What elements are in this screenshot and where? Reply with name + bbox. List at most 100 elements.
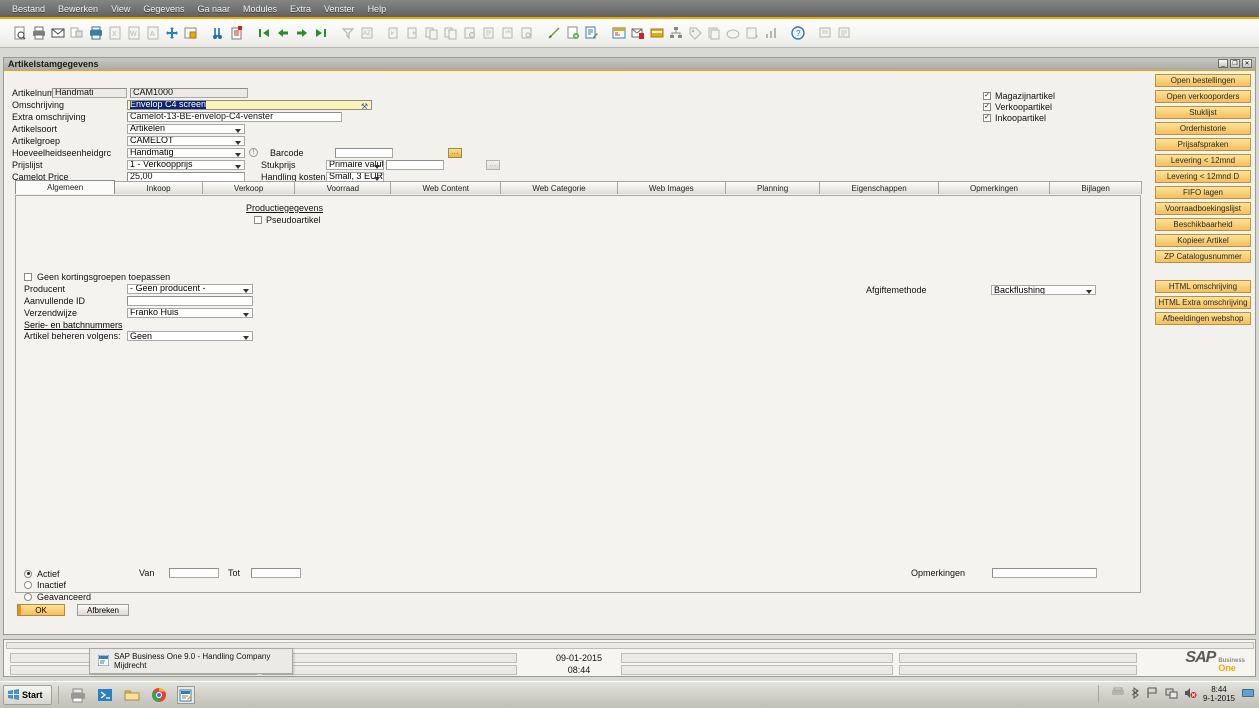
copy-from-icon[interactable] (460, 23, 479, 44)
stukprijs-currency-select[interactable]: Primaire valuta (326, 159, 384, 170)
chrome-icon[interactable] (150, 686, 168, 704)
note-icon[interactable] (815, 23, 834, 44)
prijslijst-select[interactable]: 1 - Verkoopprijs (127, 159, 245, 170)
tab-planning[interactable]: Planning (724, 181, 821, 194)
sap-business-one-icon[interactable] (176, 686, 195, 704)
tab-web-images[interactable]: Web Images (616, 181, 726, 194)
radio-actief-row[interactable]: Actief (24, 568, 91, 580)
copy-icon[interactable] (384, 23, 403, 44)
help-icon[interactable]: ? (788, 23, 807, 44)
levering-12mnd-button[interactable]: Levering < 12mnd (1155, 154, 1251, 167)
menu-modules[interactable]: Modules (237, 2, 283, 16)
menu-venster[interactable]: Venster (318, 2, 361, 16)
restore-icon[interactable] (498, 23, 517, 44)
layers-icon[interactable] (704, 23, 723, 44)
tab-eigenschappen[interactable]: Eigenschappen (819, 181, 939, 194)
chart-icon[interactable] (761, 23, 780, 44)
explorer-icon[interactable] (123, 686, 141, 704)
flag-icon[interactable] (1146, 687, 1159, 701)
add-record-icon[interactable] (227, 23, 246, 44)
email-icon[interactable] (48, 23, 67, 44)
stuklijst-button[interactable]: Stuklijst (1155, 106, 1251, 119)
tag-icon[interactable] (685, 23, 704, 44)
pseudoartikel-row[interactable]: Pseudoartikel (254, 215, 321, 225)
producent-select[interactable]: - Geen producent - (127, 283, 253, 294)
edit-document-icon[interactable] (582, 23, 601, 44)
info-icon[interactable]: ! (249, 148, 258, 158)
tab-algemeen[interactable]: Algemeen (15, 180, 116, 194)
afgiftemethode-select[interactable]: Backflushing (991, 285, 1096, 295)
print-icon[interactable] (29, 23, 48, 44)
omschrijving-input[interactable]: Envelop C4 screen ⚒ (127, 99, 372, 110)
open-bestellingen-button[interactable]: Open bestellingen (1155, 74, 1251, 87)
verkoopartikel-checkbox[interactable]: ✓ (983, 102, 991, 111)
query-icon[interactable] (517, 23, 536, 44)
next-record-icon[interactable] (292, 23, 311, 44)
last-record-icon[interactable] (311, 23, 330, 44)
tab-verkoop[interactable]: Verkoop (201, 181, 296, 194)
copy-to-icon[interactable] (479, 23, 498, 44)
opmerkingen-input[interactable] (992, 568, 1097, 578)
tab-bijlagen[interactable]: Bijlagen (1049, 181, 1142, 194)
inactief-radio[interactable] (24, 581, 32, 590)
inbox-icon[interactable] (647, 23, 666, 44)
draw-icon[interactable] (544, 23, 563, 44)
artikel-beheren-select[interactable]: Geen (127, 331, 253, 342)
kopieer-artikel-button[interactable]: Kopieer Artikel (1155, 234, 1251, 247)
html-extra-omschrijving-button[interactable]: HTML Extra omschrijving (1155, 296, 1251, 309)
messages-icon[interactable] (628, 23, 647, 44)
find-icon[interactable] (208, 23, 227, 44)
print-preview-icon[interactable] (86, 23, 105, 44)
menu-extra[interactable]: Extra (284, 2, 317, 16)
radio-inactief-row[interactable]: Inactief (24, 580, 91, 592)
lock-icon[interactable] (181, 23, 200, 44)
afbeeldingen-webshop-button[interactable]: Afbeeldingen webshop (1155, 312, 1251, 325)
menu-view[interactable]: View (105, 2, 136, 16)
barcode-input[interactable] (335, 147, 393, 158)
printer-icon[interactable] (69, 686, 87, 704)
start-button[interactable]: Start (3, 685, 52, 705)
volume-muted-icon[interactable] (1184, 687, 1197, 701)
link-arrow-icon[interactable]: ⚒ (361, 102, 368, 109)
geen-kortingsgroepen-checkbox[interactable] (24, 272, 32, 281)
artikelnummer-mode-field[interactable]: Handmati (52, 87, 127, 98)
stukprijs-browse-button[interactable]: ... (486, 159, 500, 170)
geen-kortingsgroepen-row[interactable]: Geen kortingsgroepen toepassen (24, 271, 264, 282)
filter-icon[interactable] (338, 23, 357, 44)
html-omschrijving-button[interactable]: HTML omschrijving (1155, 280, 1251, 293)
beschikbaarheid-button[interactable]: Beschikbaarheid (1155, 218, 1251, 231)
duplicate-icon[interactable] (422, 23, 441, 44)
barcode-browse-button[interactable]: ... (448, 147, 462, 158)
org-chart-icon[interactable] (666, 23, 685, 44)
tab-web-categorie[interactable]: Web Categorie (500, 181, 618, 194)
artikelgroep-select[interactable]: CAMELOT (127, 135, 245, 146)
prijsafspraken-button[interactable]: Prijsafspraken (1155, 138, 1251, 151)
menu-bewerken[interactable]: Bewerken (52, 2, 104, 16)
stukprijs-input[interactable] (386, 159, 444, 170)
menu-gegevens[interactable]: Gegevens (137, 2, 190, 16)
form-maximize-button[interactable]: ❐ (1230, 59, 1240, 68)
menu-ga-naar[interactable]: Ga naar (191, 2, 236, 16)
network-icon[interactable] (1165, 687, 1178, 701)
bluetooth-icon[interactable] (1131, 687, 1140, 701)
menu-bestand[interactable]: Bestand (6, 2, 51, 16)
levering-12mnd-d-button[interactable]: Levering < 12mnd D (1155, 170, 1251, 183)
export-excel-icon[interactable]: X (105, 23, 124, 44)
inkoopartikel-row[interactable]: ✓ Inkoopartikel (983, 112, 1055, 123)
fax-icon[interactable] (67, 23, 86, 44)
tab-inkoop[interactable]: Inkoop (114, 181, 203, 194)
magazijnartikel-row[interactable]: ✓ Magazijnartikel (983, 90, 1055, 101)
inkoopartikel-checkbox[interactable]: ✓ (983, 113, 991, 122)
export-pdf-icon[interactable]: A (143, 23, 162, 44)
radio-geavanceerd-row[interactable]: Geavanceerd (24, 591, 91, 603)
copy-rows-icon[interactable] (441, 23, 460, 44)
paste-icon[interactable] (403, 23, 422, 44)
export-word-icon[interactable]: W (124, 23, 143, 44)
geavanceerd-radio[interactable] (24, 592, 32, 601)
preview-icon[interactable] (10, 23, 29, 44)
actief-radio[interactable] (24, 569, 32, 578)
hoeveelheidseenheidgroep-select[interactable]: Handmatig (127, 147, 245, 158)
form-close-button[interactable]: ✕ (1242, 59, 1252, 68)
van-input[interactable] (169, 568, 219, 578)
new-document-icon[interactable] (563, 23, 582, 44)
